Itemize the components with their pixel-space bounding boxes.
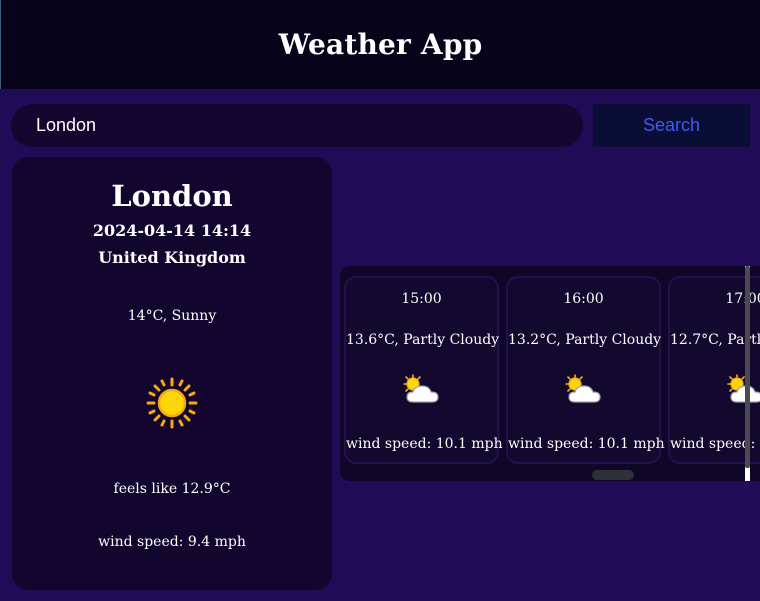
forecast-time: 16:00: [563, 291, 604, 307]
app-title: Weather App: [278, 28, 483, 61]
current-weather-card: London 2024-04-14 14:14 United Kingdom 1…: [12, 157, 332, 590]
forecast-wind-speed: wind speed: 10.1 mph: [346, 436, 503, 452]
current-condition: 14°C, Sunny: [127, 308, 217, 324]
feels-like: feels like 12.9°C: [113, 481, 231, 497]
partly-cloudy-icon: [727, 374, 760, 403]
partly-cloudy-icon: [565, 374, 601, 403]
forecast-card: 16:00 13.2°C, Partly Cloudy wind speed: …: [506, 276, 665, 464]
app-header: Weather App: [0, 0, 760, 89]
horizontal-scrollbar-thumb[interactable]: [592, 470, 634, 480]
forecast-condition: 13.6°C, Partly Cloudy: [346, 332, 500, 348]
forecast-card: 15:00 13.6°C, Partly Cloudy wind speed: …: [344, 276, 503, 464]
sun-icon: [146, 377, 198, 429]
search-button[interactable]: Search: [593, 104, 750, 147]
hourly-forecast-panel[interactable]: 15:00 13.6°C, Partly Cloudy wind speed: …: [340, 266, 760, 481]
vertical-scrollbar-thumb[interactable]: [745, 266, 750, 468]
search-input[interactable]: [11, 104, 583, 147]
city-name: London: [111, 179, 233, 213]
country-name: United Kingdom: [98, 248, 246, 267]
local-datetime: 2024-04-14 14:14: [92, 221, 252, 240]
current-wind-speed: wind speed: 9.4 mph: [98, 534, 246, 550]
forecast-condition: 13.2°C, Partly Cloudy: [508, 332, 662, 348]
forecast-track: 15:00 13.6°C, Partly Cloudy wind speed: …: [344, 276, 760, 464]
partly-cloudy-icon: [403, 374, 439, 403]
forecast-time: 15:00: [401, 291, 442, 307]
forecast-wind-speed: wind speed: 10.1 mph: [508, 436, 665, 452]
